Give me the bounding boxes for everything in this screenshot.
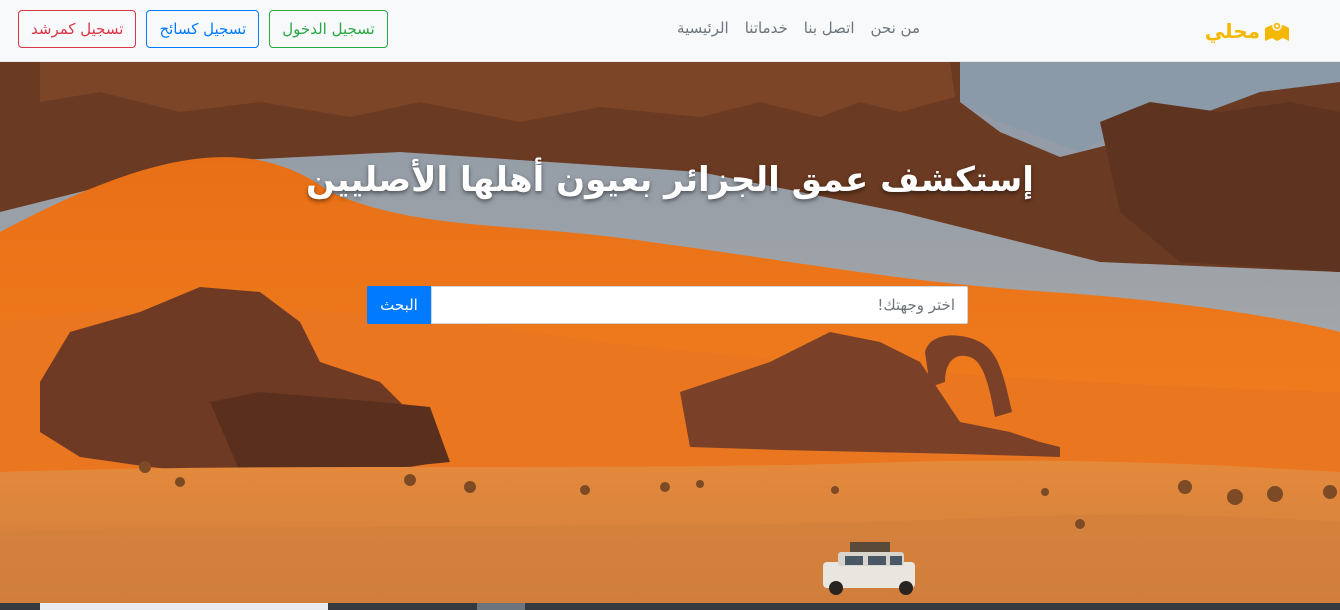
horizontal-scrollbar[interactable] xyxy=(0,603,1340,610)
nav-item-about[interactable]: من نحن xyxy=(871,19,921,43)
scrollbar-thumb[interactable] xyxy=(477,603,525,610)
brand-name: محلي xyxy=(1204,19,1260,43)
brand-logo[interactable]: محلي xyxy=(1205,17,1290,45)
hero-title: إستكشف عمق الجزائر بعيون أهلها الأصليين xyxy=(306,160,1034,200)
desert-background-image xyxy=(0,62,1340,610)
top-navbar: محلي الرئيسية خدماتنا اتصل بنا من نحن تس… xyxy=(0,0,1340,62)
main-nav: الرئيسية خدماتنا اتصل بنا من نحن xyxy=(677,19,920,43)
nav-item-home[interactable]: الرئيسية xyxy=(677,19,729,43)
nav-item-services[interactable]: خدماتنا xyxy=(745,19,788,43)
destination-search-form: البحث xyxy=(367,286,968,324)
register-guide-button[interactable]: تسجيل كمرشد xyxy=(18,10,137,48)
hero-banner: إستكشف عمق الجزائر بعيون أهلها الأصليين … xyxy=(0,62,1340,610)
nav-item-contact[interactable]: اتصل بنا xyxy=(804,19,855,43)
scrollbar-track-segment xyxy=(40,603,328,610)
map-icon xyxy=(1265,21,1289,41)
register-tourist-button[interactable]: تسجيل كسائح xyxy=(146,10,260,48)
search-button[interactable]: البحث xyxy=(367,286,431,324)
login-button[interactable]: تسجيل الدخول xyxy=(269,10,388,48)
destination-search-input[interactable] xyxy=(431,286,968,324)
auth-buttons: تسجيل كمرشد تسجيل كسائح تسجيل الدخول xyxy=(18,10,388,48)
